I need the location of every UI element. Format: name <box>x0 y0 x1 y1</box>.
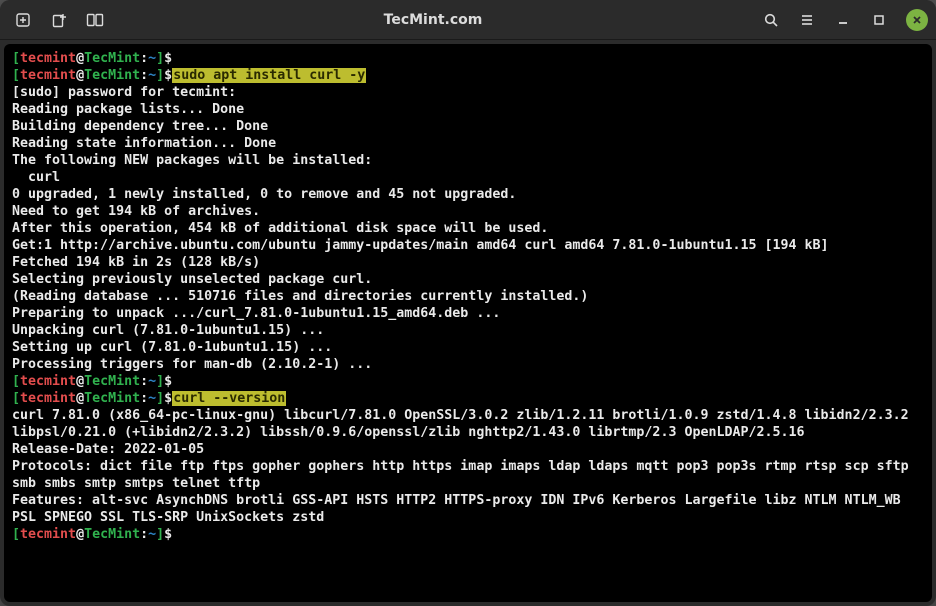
prompt-line: [tecmint@TecMint:~]$ <box>12 374 172 389</box>
output-line: Fetched 194 kB in 2s (128 kB/s) <box>12 255 260 270</box>
output-line: Selecting previously unselected package … <box>12 272 372 287</box>
maximize-button[interactable] <box>864 5 894 35</box>
prompt-line: [tecmint@TecMint:~]$ <box>12 68 172 83</box>
output-line: curl 7.81.0 (x86_64-pc-linux-gnu) libcur… <box>12 408 917 440</box>
prompt-line: [tecmint@TecMint:~]$ <box>12 527 172 542</box>
output-line: [sudo] password for tecmint: <box>12 85 236 100</box>
prompt-line: [tecmint@TecMint:~]$ <box>12 51 172 66</box>
bracket-close: ] <box>156 51 164 66</box>
output-line: Release-Date: 2022-01-05 <box>12 442 204 457</box>
output-line: Reading package lists... Done <box>12 102 244 117</box>
terminal-window: TecMint.com <box>0 0 936 606</box>
output-line: 0 upgraded, 1 newly installed, 0 to remo… <box>12 187 516 202</box>
prompt-line: [tecmint@TecMint:~]$ <box>12 391 172 406</box>
output-line: Processing triggers for man-db (2.10.2-1… <box>12 357 372 372</box>
minimize-button[interactable] <box>828 5 858 35</box>
prompt-sep: : <box>140 51 148 66</box>
output-line: Setting up curl (7.81.0-1ubuntu1.15) ... <box>12 340 332 355</box>
prompt-user: tecmint <box>20 51 76 66</box>
output-line: Protocols: dict file ftp ftps gopher gop… <box>12 459 917 491</box>
close-button[interactable] <box>906 9 928 31</box>
terminal-output[interactable]: [tecmint@TecMint:~]$ [tecmint@TecMint:~]… <box>4 44 932 602</box>
window-title: TecMint.com <box>110 12 756 28</box>
bracket-open: [ <box>12 51 20 66</box>
command-version: curl --version <box>172 391 286 406</box>
search-button[interactable] <box>756 5 786 35</box>
prompt-path: ~ <box>148 51 156 66</box>
menu-button[interactable] <box>792 5 822 35</box>
prompt-sigil: $ <box>164 51 172 66</box>
prompt-at: @ <box>76 51 84 66</box>
output-line: curl <box>12 170 60 185</box>
output-line: Preparing to unpack .../curl_7.81.0-1ubu… <box>12 306 500 321</box>
output-line: Get:1 http://archive.ubuntu.com/ubuntu j… <box>12 238 829 253</box>
split-button[interactable] <box>80 5 110 35</box>
output-line: After this operation, 454 kB of addition… <box>12 221 548 236</box>
output-line: (Reading database ... 510716 files and d… <box>12 289 588 304</box>
titlebar: TecMint.com <box>0 0 936 40</box>
output-line: Building dependency tree... Done <box>12 119 268 134</box>
output-line: Features: alt-svc AsynchDNS brotli GSS-A… <box>12 493 909 525</box>
prompt-host: TecMint <box>84 51 140 66</box>
output-line: Reading state information... Done <box>12 136 276 151</box>
output-line: Unpacking curl (7.81.0-1ubuntu1.15) ... <box>12 323 324 338</box>
new-tab-button[interactable] <box>8 5 38 35</box>
output-line: Need to get 194 kB of archives. <box>12 204 260 219</box>
new-window-button[interactable] <box>44 5 74 35</box>
command-install: sudo apt install curl -y <box>172 68 366 83</box>
output-line: The following NEW packages will be insta… <box>12 153 372 168</box>
